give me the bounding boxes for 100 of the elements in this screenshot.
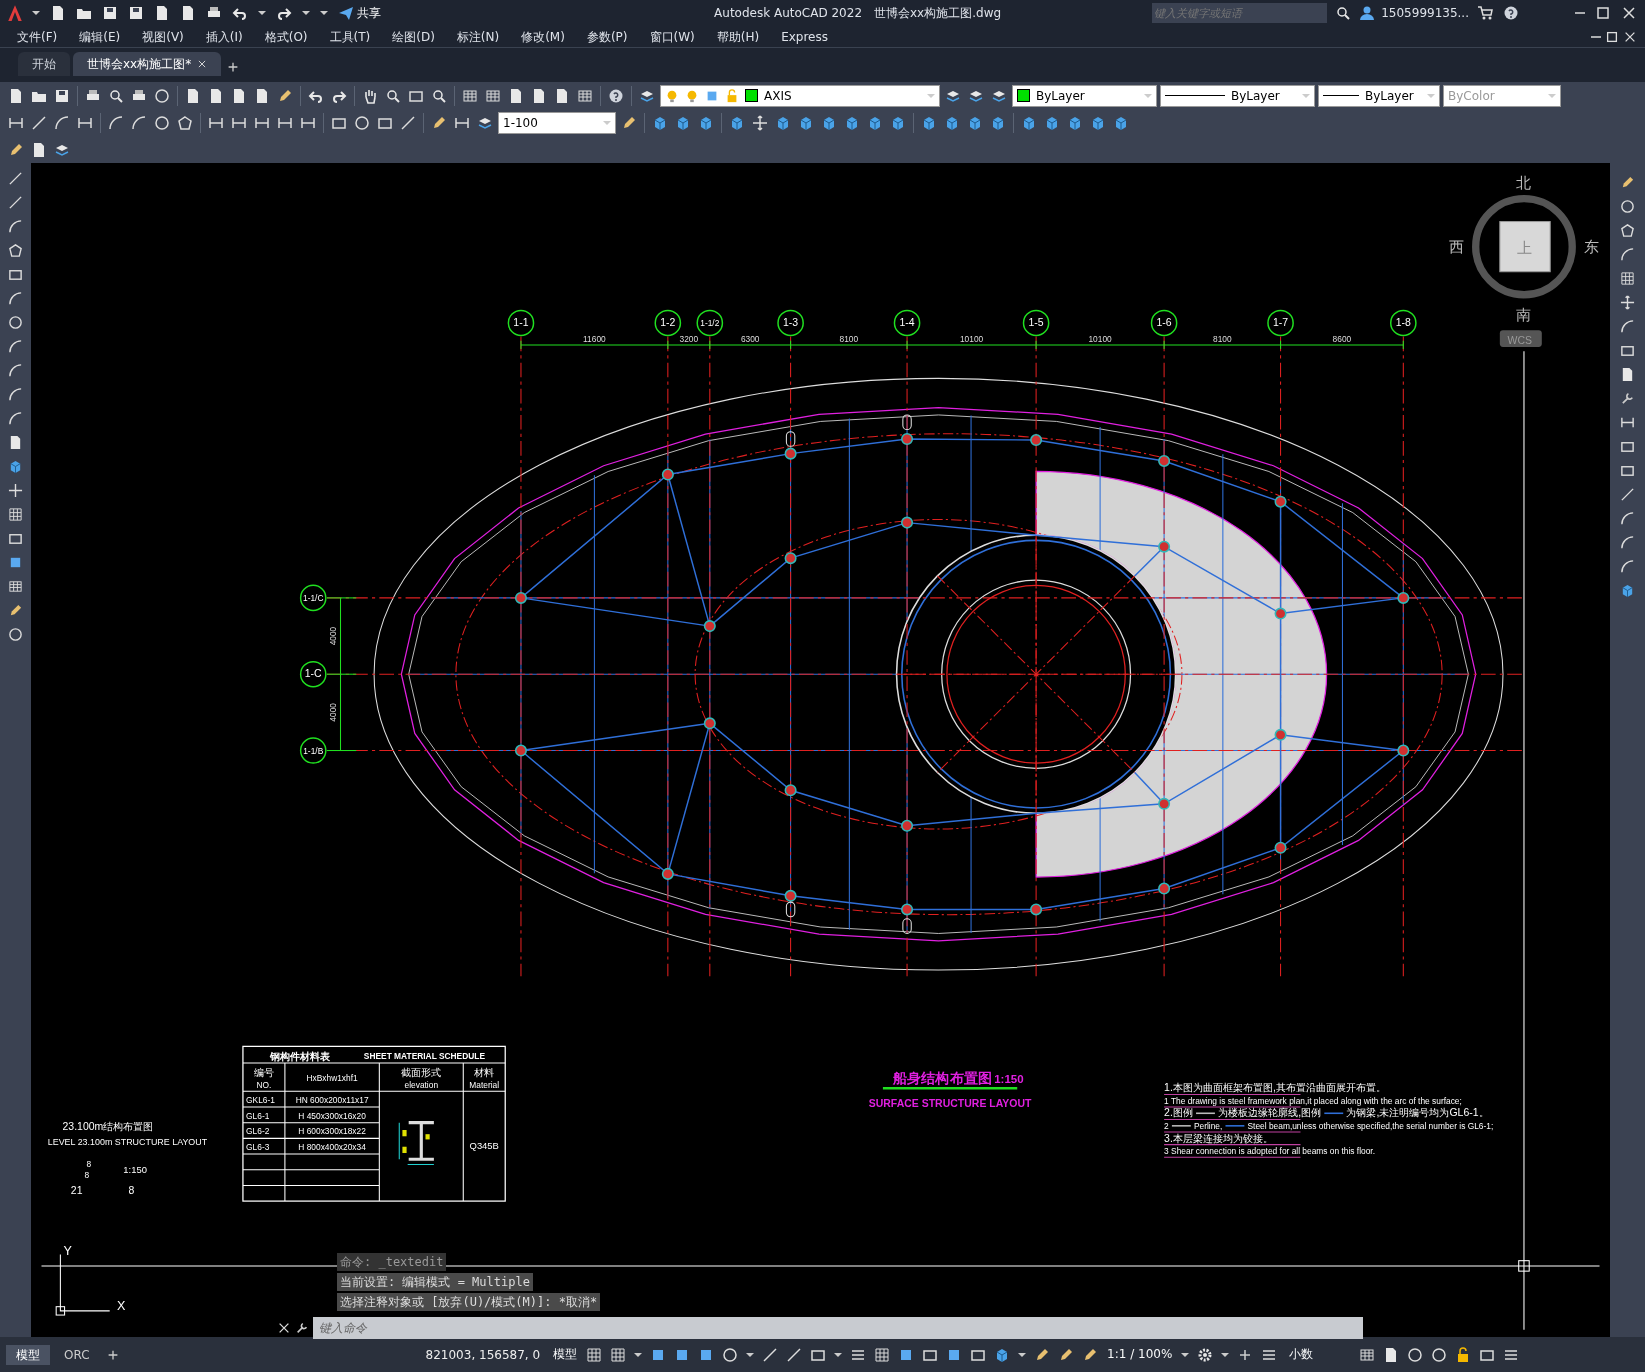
units-button[interactable]: 小数 — [1283, 1345, 1354, 1364]
person-icon[interactable] — [1359, 5, 1376, 21]
menu-item[interactable]: 工具(T) — [318, 27, 382, 46]
magnifier-icon — [108, 87, 124, 104]
circle-button[interactable] — [1618, 197, 1637, 216]
minimize-button[interactable] — [1573, 10, 1587, 16]
cube-icon — [990, 114, 1006, 131]
drawing-canvas[interactable] — [31, 163, 1610, 1337]
wcs-menu[interactable] — [1499, 330, 1542, 347]
layer-dropdown[interactable]: AXIS — [660, 84, 940, 107]
polygon-icon — [1620, 223, 1635, 238]
command-input[interactable]: 键入命令 — [313, 1317, 1363, 1339]
file-name: 世博会xx构施工图.dwg — [874, 5, 1002, 22]
cube-icon — [775, 114, 791, 131]
caret-button[interactable] — [1179, 1350, 1192, 1359]
level-subtitle: LEVEL 23.100m STRUCTURE LAYOUT — [47, 1136, 208, 1147]
table-icon — [1359, 1346, 1376, 1363]
circle-icon — [722, 1346, 739, 1363]
menu-item[interactable]: 帮助(H) — [705, 27, 771, 46]
caret-icon — [1221, 1352, 1230, 1357]
legend-line — [1195, 1112, 1216, 1115]
menu-item[interactable]: 插入(I) — [194, 27, 254, 46]
note-text: 3 Shear connection is adopted for all beams on this floor. — [1164, 1146, 1375, 1157]
legend-line — [1171, 1125, 1192, 1127]
caret-button[interactable] — [318, 9, 330, 17]
cube-icon — [729, 114, 745, 131]
table-icon — [8, 579, 23, 594]
caret-button[interactable] — [300, 9, 312, 17]
linetype-dropdown[interactable]: ByLayer — [1160, 84, 1315, 107]
share-button[interactable]: 共享 — [336, 3, 383, 23]
menu-item[interactable]: 窗口(W) — [638, 27, 706, 46]
caret-button[interactable] — [256, 9, 268, 17]
menu-item[interactable]: 格式(O) — [253, 27, 319, 46]
axis-label: 1-2 — [660, 317, 676, 329]
move-button[interactable] — [1618, 293, 1637, 312]
save-icon — [54, 87, 70, 104]
menu-item[interactable]: 文件(F) — [6, 27, 69, 46]
axis-label: 1-6 — [1156, 317, 1172, 329]
dimension-text: 8100 — [839, 333, 859, 344]
caret-button[interactable] — [1016, 1350, 1029, 1359]
circle-icon — [8, 627, 23, 642]
document-icon — [208, 87, 224, 104]
caret-icon — [320, 11, 328, 15]
circle-icon — [8, 315, 23, 330]
table-icon — [577, 87, 593, 104]
caret-icon — [1144, 93, 1152, 98]
menu-item[interactable]: 参数(P) — [575, 27, 639, 46]
polygon-button[interactable] — [6, 241, 25, 260]
hand-icon — [362, 87, 378, 104]
move-icon — [1620, 295, 1635, 310]
rectangle-icon — [1620, 439, 1635, 454]
grid-button[interactable] — [1618, 269, 1637, 288]
compass-ring[interactable] — [1472, 194, 1576, 299]
menu-item[interactable]: Express — [770, 27, 839, 46]
color-dropdown[interactable]: ByLayer — [1012, 84, 1157, 107]
caret-button[interactable] — [744, 1350, 757, 1359]
axis-bubble — [299, 660, 327, 688]
circle-button[interactable] — [6, 625, 25, 644]
table-icon — [462, 87, 478, 104]
user-name[interactable]: 1505999135... — [1381, 4, 1469, 22]
document-tab[interactable]: 世博会xx构施工图* — [73, 52, 222, 76]
annotation-scale-button[interactable]: 1:1 / 100% — [1104, 1345, 1176, 1364]
caret-button[interactable] — [832, 1350, 845, 1359]
grid-button[interactable] — [6, 505, 25, 524]
circle-button[interactable] — [6, 313, 25, 332]
pencil-icon — [431, 114, 447, 131]
menu-item[interactable]: 绘图(D) — [381, 27, 446, 46]
line-icon — [762, 1346, 779, 1363]
app-title: Autodesk AutoCAD 2022 — [714, 5, 862, 22]
table-cell: HN 600x200x11x17 — [295, 1094, 369, 1105]
document-tab[interactable]: 开始 — [18, 52, 70, 76]
lock-icon — [725, 88, 739, 103]
minimize-button[interactable] — [1589, 33, 1603, 40]
close-icon[interactable] — [277, 1321, 291, 1335]
wrench-icon[interactable] — [295, 1321, 309, 1335]
rectangle-icon — [8, 267, 23, 282]
document-icon — [554, 87, 570, 104]
caret-button[interactable] — [30, 9, 42, 17]
polygon-button[interactable] — [1618, 221, 1637, 240]
level-title: 23.100m结构布置图 — [62, 1121, 154, 1132]
menu-item[interactable]: 编辑(E) — [68, 27, 132, 46]
viewcube-face-label: 上 — [1517, 239, 1533, 256]
caret-button[interactable] — [1219, 1350, 1232, 1359]
caret-button[interactable] — [632, 1350, 645, 1359]
menu-item[interactable]: 修改(M) — [510, 27, 576, 46]
arc-icon — [1620, 511, 1635, 526]
crosshair-button[interactable] — [6, 481, 25, 500]
square-icon — [8, 555, 23, 570]
layout-tab[interactable]: 模型 — [6, 1344, 50, 1365]
model-space-button[interactable]: 模型 — [550, 1345, 581, 1364]
rectangle-icon — [8, 531, 23, 546]
move-button[interactable] — [750, 112, 770, 133]
pencil-icon — [1620, 175, 1635, 190]
menu-item[interactable]: 标注(N) — [445, 27, 511, 46]
scale-dropdown[interactable]: 1-100 — [498, 111, 616, 134]
close-icon — [1621, 5, 1637, 21]
menu-item[interactable]: 视图(V) — [131, 27, 195, 46]
axis-label: 1-7 — [1273, 317, 1289, 329]
cart-icon — [1477, 5, 1493, 21]
lineweight-dropdown[interactable]: ByLayer — [1318, 84, 1440, 107]
